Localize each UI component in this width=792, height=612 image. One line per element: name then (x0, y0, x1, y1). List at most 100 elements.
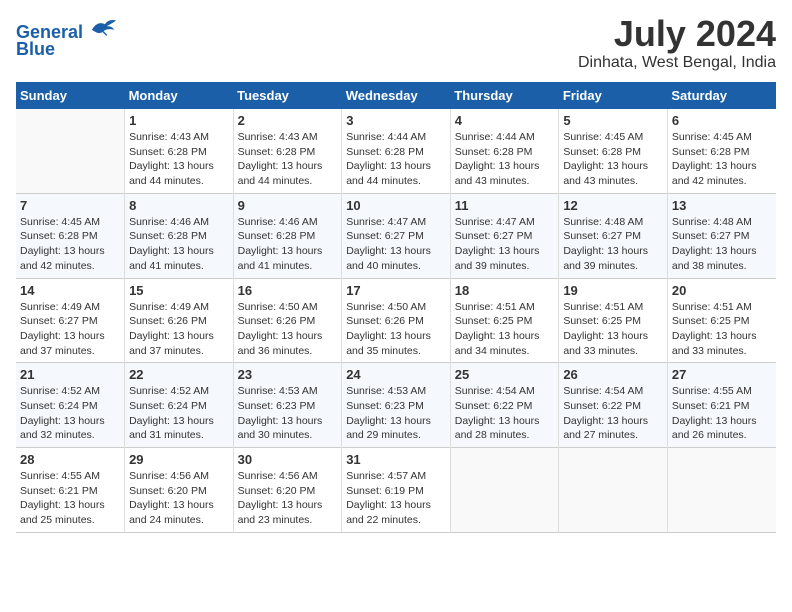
day-number: 19 (563, 283, 663, 298)
day-number: 29 (129, 452, 229, 467)
day-cell: 31 Sunrise: 4:57 AM Sunset: 6:19 PM Dayli… (342, 448, 451, 533)
day-info: Sunrise: 4:56 AM Sunset: 6:20 PM Dayligh… (238, 469, 338, 528)
day-info: Sunrise: 4:49 AM Sunset: 6:27 PM Dayligh… (20, 300, 120, 359)
day-cell: 25 Sunrise: 4:54 AM Sunset: 6:22 PM Dayli… (450, 363, 559, 448)
day-info: Sunrise: 4:57 AM Sunset: 6:19 PM Dayligh… (346, 469, 446, 528)
day-info: Sunrise: 4:50 AM Sunset: 6:26 PM Dayligh… (346, 300, 446, 359)
day-cell: 3Sunrise: 4:44 AM Sunset: 6:28 PM Daylig… (342, 109, 451, 193)
day-cell (559, 448, 668, 533)
day-info: Sunrise: 4:54 AM Sunset: 6:22 PM Dayligh… (455, 384, 555, 443)
day-number: 17 (346, 283, 446, 298)
day-cell: 23 Sunrise: 4:53 AM Sunset: 6:23 PM Dayli… (233, 363, 342, 448)
day-cell: 5 Sunrise: 4:45 AM Sunset: 6:28 PM Daylig… (559, 109, 668, 193)
day-info: Sunrise: 4:53 AM Sunset: 6:23 PM Dayligh… (346, 384, 446, 443)
day-number: 8 (129, 198, 229, 213)
day-cell: 9 Sunrise: 4:46 AM Sunset: 6:28 PM Daylig… (233, 193, 342, 278)
day-number: 15 (129, 283, 229, 298)
day-number: 2 (238, 113, 338, 128)
day-info: Sunrise: 4:44 AM Sunset: 6:28 PM Dayligh… (455, 130, 555, 189)
day-number: 21 (20, 367, 120, 382)
day-number: 12 (563, 198, 663, 213)
day-info: Sunrise: 4:52 AM Sunset: 6:24 PM Dayligh… (129, 384, 229, 443)
day-info: Sunrise: 4:52 AM Sunset: 6:24 PM Dayligh… (20, 384, 120, 443)
week-row-3: 14 Sunrise: 4:49 AM Sunset: 6:27 PM Dayli… (16, 278, 776, 363)
day-number: 30 (238, 452, 338, 467)
location-title: Dinhata, West Bengal, India (578, 54, 776, 72)
day-number: 13 (672, 198, 772, 213)
day-info: Sunrise: 4:55 AM Sunset: 6:21 PM Dayligh… (672, 384, 772, 443)
day-number: 23 (238, 367, 338, 382)
day-info: Sunrise: 4:51 AM Sunset: 6:25 PM Dayligh… (455, 300, 555, 359)
day-info: Sunrise: 4:50 AM Sunset: 6:26 PM Dayligh… (238, 300, 338, 359)
day-number: 24 (346, 367, 446, 382)
day-cell: 19 Sunrise: 4:51 AM Sunset: 6:25 PM Dayli… (559, 278, 668, 363)
day-number: 26 (563, 367, 663, 382)
day-info: Sunrise: 4:48 AM Sunset: 6:27 PM Dayligh… (563, 215, 663, 274)
day-info: Sunrise: 4:47 AM Sunset: 6:27 PM Dayligh… (455, 215, 555, 274)
day-cell: 1 Sunrise: 4:43 AM Sunset: 6:28 PM Daylig… (125, 109, 234, 193)
day-number: 1 (129, 113, 229, 128)
day-cell: 21 Sunrise: 4:52 AM Sunset: 6:24 PM Dayli… (16, 363, 125, 448)
day-number: 31 (346, 452, 446, 467)
day-cell: 28Sunrise: 4:55 AM Sunset: 6:21 PM Dayli… (16, 448, 125, 533)
day-number: 22 (129, 367, 229, 382)
title-area: July 2024 Dinhata, West Bengal, India (578, 16, 776, 72)
day-cell: 27 Sunrise: 4:55 AM Sunset: 6:21 PM Dayli… (667, 363, 776, 448)
day-number: 16 (238, 283, 338, 298)
day-number: 11 (455, 198, 555, 213)
week-row-2: 7 Sunrise: 4:45 AM Sunset: 6:28 PM Daylig… (16, 193, 776, 278)
day-info: Sunrise: 4:51 AM Sunset: 6:25 PM Dayligh… (563, 300, 663, 359)
day-info: Sunrise: 4:49 AM Sunset: 6:26 PM Dayligh… (129, 300, 229, 359)
day-number: 20 (672, 283, 772, 298)
header-monday: Monday (125, 82, 234, 109)
day-number: 5 (563, 113, 663, 128)
day-cell: 16 Sunrise: 4:50 AM Sunset: 6:26 PM Dayli… (233, 278, 342, 363)
day-number: 7 (20, 198, 120, 213)
day-cell: 20 Sunrise: 4:51 AM Sunset: 6:25 PM Dayli… (667, 278, 776, 363)
day-cell (16, 109, 125, 193)
logo: General Blue (16, 16, 118, 60)
day-cell: 12 Sunrise: 4:48 AM Sunset: 6:27 PM Dayli… (559, 193, 668, 278)
week-row-4: 21 Sunrise: 4:52 AM Sunset: 6:24 PM Dayli… (16, 363, 776, 448)
day-cell: 10Sunrise: 4:47 AM Sunset: 6:27 PM Dayli… (342, 193, 451, 278)
day-cell: 7 Sunrise: 4:45 AM Sunset: 6:28 PM Daylig… (16, 193, 125, 278)
day-number: 3 (346, 113, 446, 128)
day-number: 9 (238, 198, 338, 213)
day-number: 27 (672, 367, 772, 382)
day-info: Sunrise: 4:51 AM Sunset: 6:25 PM Dayligh… (672, 300, 772, 359)
day-info: Sunrise: 4:43 AM Sunset: 6:28 PM Dayligh… (129, 130, 229, 189)
day-cell: 13 Sunrise: 4:48 AM Sunset: 6:27 PM Dayli… (667, 193, 776, 278)
day-info: Sunrise: 4:46 AM Sunset: 6:28 PM Dayligh… (238, 215, 338, 274)
day-cell (667, 448, 776, 533)
header-sunday: Sunday (16, 82, 125, 109)
day-cell: 26Sunrise: 4:54 AM Sunset: 6:22 PM Dayli… (559, 363, 668, 448)
day-info: Sunrise: 4:45 AM Sunset: 6:28 PM Dayligh… (563, 130, 663, 189)
day-number: 6 (672, 113, 772, 128)
day-number: 25 (455, 367, 555, 382)
day-info: Sunrise: 4:46 AM Sunset: 6:28 PM Dayligh… (129, 215, 229, 274)
day-number: 4 (455, 113, 555, 128)
header-saturday: Saturday (667, 82, 776, 109)
day-info: Sunrise: 4:45 AM Sunset: 6:28 PM Dayligh… (20, 215, 120, 274)
day-cell: 2 Sunrise: 4:43 AM Sunset: 6:28 PM Daylig… (233, 109, 342, 193)
day-info: Sunrise: 4:53 AM Sunset: 6:23 PM Dayligh… (238, 384, 338, 443)
day-cell: 29Sunrise: 4:56 AM Sunset: 6:20 PM Dayli… (125, 448, 234, 533)
logo-bird-icon (90, 16, 118, 38)
day-cell: 8 Sunrise: 4:46 AM Sunset: 6:28 PM Daylig… (125, 193, 234, 278)
month-title: July 2024 (578, 16, 776, 52)
day-info: Sunrise: 4:55 AM Sunset: 6:21 PM Dayligh… (20, 469, 120, 528)
day-info: Sunrise: 4:48 AM Sunset: 6:27 PM Dayligh… (672, 215, 772, 274)
header-friday: Friday (559, 82, 668, 109)
day-cell: 6Sunrise: 4:45 AM Sunset: 6:28 PM Daylig… (667, 109, 776, 193)
day-info: Sunrise: 4:43 AM Sunset: 6:28 PM Dayligh… (238, 130, 338, 189)
day-cell: 15 Sunrise: 4:49 AM Sunset: 6:26 PM Dayli… (125, 278, 234, 363)
header-wednesday: Wednesday (342, 82, 451, 109)
calendar-header-row: SundayMondayTuesdayWednesdayThursdayFrid… (16, 82, 776, 109)
header-tuesday: Tuesday (233, 82, 342, 109)
day-cell: 24 Sunrise: 4:53 AM Sunset: 6:23 PM Dayli… (342, 363, 451, 448)
day-number: 18 (455, 283, 555, 298)
day-cell: 4 Sunrise: 4:44 AM Sunset: 6:28 PM Daylig… (450, 109, 559, 193)
week-row-5: 28Sunrise: 4:55 AM Sunset: 6:21 PM Dayli… (16, 448, 776, 533)
header-thursday: Thursday (450, 82, 559, 109)
day-number: 14 (20, 283, 120, 298)
